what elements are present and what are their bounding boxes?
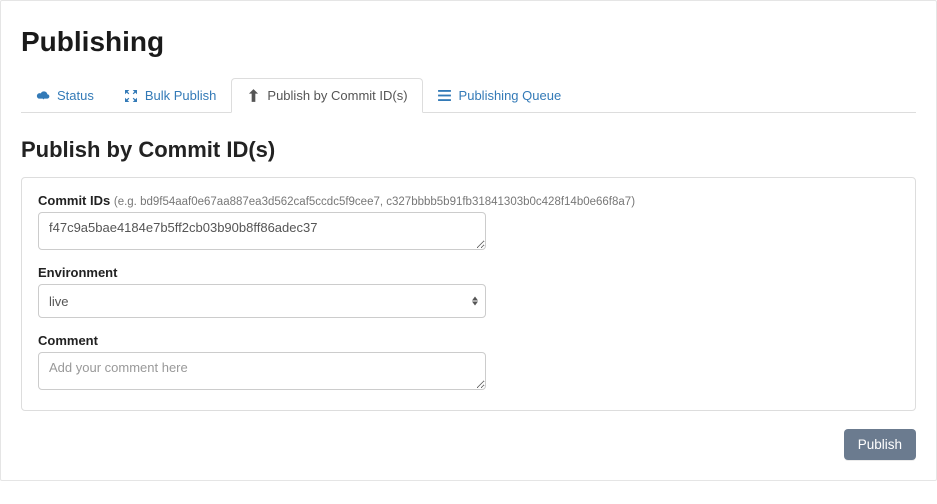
environment-select[interactable]: live	[38, 284, 486, 318]
publish-button[interactable]: Publish	[844, 429, 916, 460]
fullscreen-icon	[124, 89, 138, 103]
comment-group: Comment	[38, 332, 899, 390]
publishing-panel: Publishing Status Bulk Publish Publish b…	[0, 0, 937, 481]
environment-group: Environment live	[38, 264, 899, 318]
form-actions: Publish	[21, 429, 916, 460]
commit-ids-hint: (e.g. bd9f54aaf0e67aa887ea3d562caf5ccdc5…	[114, 196, 635, 208]
comment-label: Comment	[38, 333, 98, 348]
section-heading: Publish by Commit ID(s)	[21, 137, 916, 163]
tab-status[interactable]: Status	[21, 78, 109, 113]
environment-select-wrap: live	[38, 284, 486, 318]
tab-publish-by-commit-label: Publish by Commit ID(s)	[267, 88, 407, 103]
publish-form: Commit IDs (e.g. bd9f54aaf0e67aa887ea3d5…	[21, 177, 916, 411]
commit-ids-group: Commit IDs (e.g. bd9f54aaf0e67aa887ea3d5…	[38, 192, 899, 250]
nav-tabs: Status Bulk Publish Publish by Commit ID…	[21, 78, 916, 113]
commit-ids-label: Commit IDs (e.g. bd9f54aaf0e67aa887ea3d5…	[38, 193, 635, 208]
tab-publishing-queue-label: Publishing Queue	[459, 88, 562, 103]
tab-bulk-publish-label: Bulk Publish	[145, 88, 217, 103]
tab-publish-by-commit[interactable]: Publish by Commit ID(s)	[231, 78, 422, 113]
comment-input[interactable]	[38, 352, 486, 390]
tab-bulk-publish[interactable]: Bulk Publish	[109, 78, 232, 113]
commit-ids-input[interactable]	[38, 212, 486, 250]
tab-status-label: Status	[57, 88, 94, 103]
tab-publishing-queue[interactable]: Publishing Queue	[423, 78, 577, 113]
cloud-download-icon	[36, 89, 50, 103]
page-title: Publishing	[21, 26, 916, 58]
environment-label: Environment	[38, 265, 117, 280]
list-icon	[438, 89, 452, 103]
arrow-up-icon	[246, 89, 260, 103]
commit-ids-label-text: Commit IDs	[38, 193, 110, 208]
